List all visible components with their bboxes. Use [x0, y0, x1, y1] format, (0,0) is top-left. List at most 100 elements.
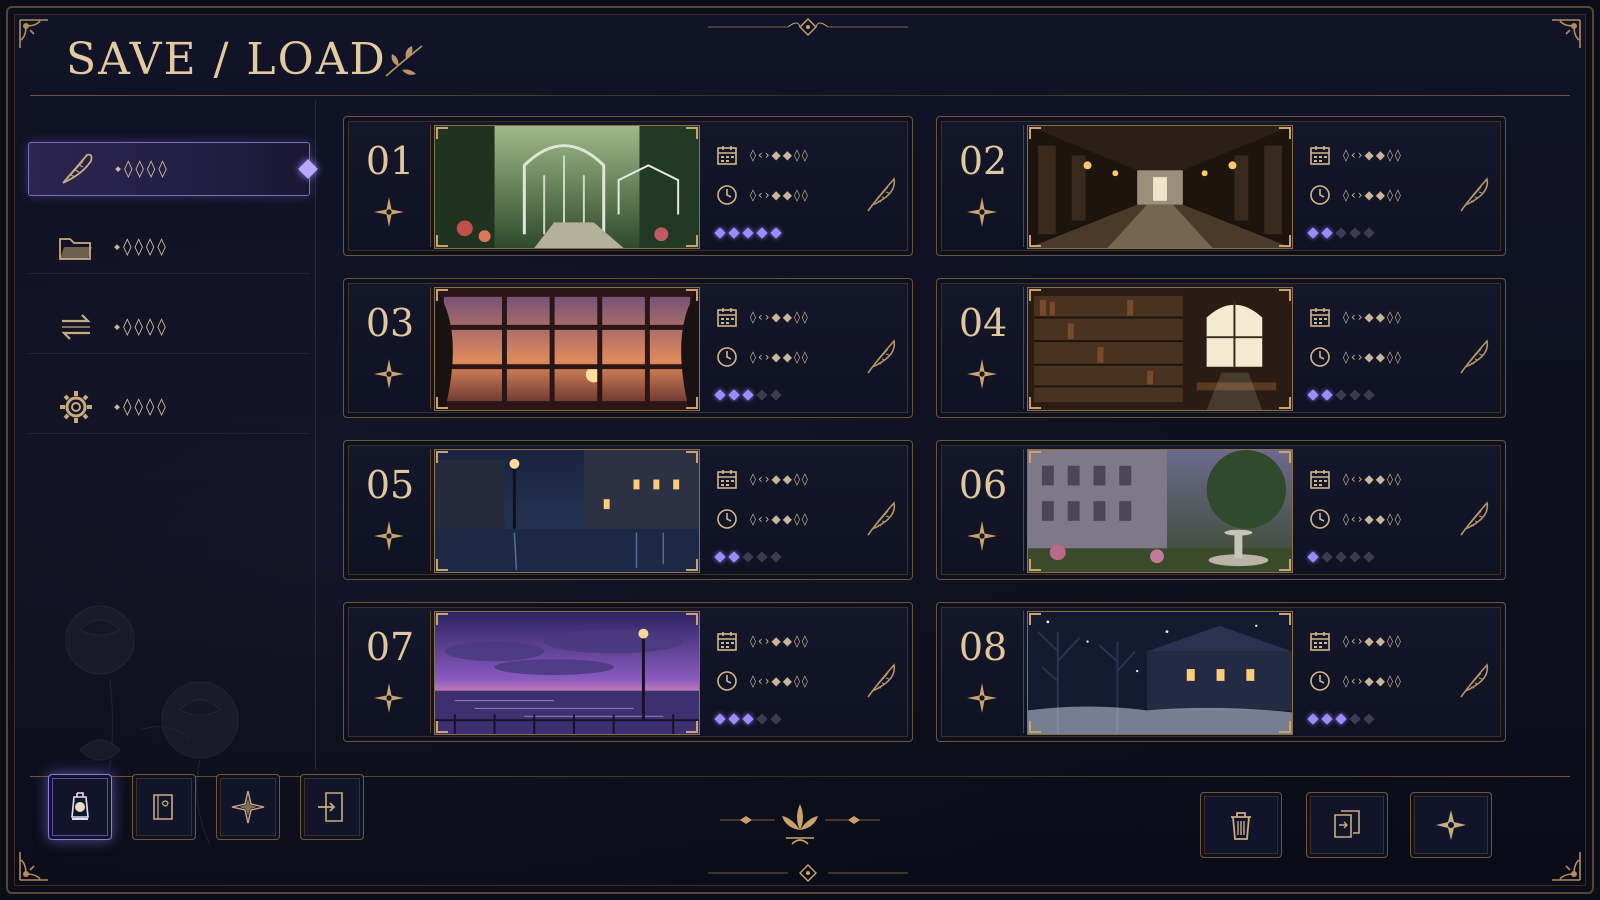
slot-thumbnail	[1027, 287, 1293, 411]
sidebar-item-load[interactable]: ⬩◊◊◊◊	[28, 220, 310, 274]
thumb-corner	[436, 721, 448, 733]
scene-rainy-street-image	[435, 450, 699, 572]
thumb-corner	[436, 451, 448, 463]
slot-thumbnail	[1027, 449, 1293, 573]
thumb-corner	[1029, 613, 1041, 625]
slot-divider	[430, 611, 431, 733]
quill-icon[interactable]	[864, 499, 898, 537]
sparkle-button[interactable]	[1410, 792, 1492, 858]
thumb-corner	[1279, 127, 1291, 139]
progress-gem-icon	[770, 227, 782, 239]
slot-progress-gems	[1307, 713, 1375, 725]
fleur-de-lis-icon	[720, 804, 880, 845]
save-slot[interactable]: 05 ◊‹›◆◆◊◊ ◊‹›◆◆◊◊	[343, 440, 913, 580]
thumb-corner	[686, 289, 698, 301]
thumb-corner	[1279, 613, 1291, 625]
thumb-corner	[1279, 289, 1291, 301]
slot-thumbnail	[1027, 125, 1293, 249]
clock-icon	[716, 508, 738, 530]
scene-twilight-lake-image	[435, 612, 699, 734]
calendar-icon	[1309, 144, 1331, 166]
quill-icon[interactable]	[864, 175, 898, 213]
sidebar-item-save[interactable]: ⬩◊◊◊◊	[28, 142, 318, 196]
save-slot[interactable]: 01 ◊‹›◆◆◊◊ ◊‹›◆◆◊◊	[343, 116, 913, 256]
thumb-corner	[436, 289, 448, 301]
progress-gem-icon	[1321, 389, 1333, 401]
save-slot[interactable]: 04 ◊‹›◆◆◊◊ ◊‹›◆◆◊◊	[936, 278, 1506, 418]
quill-icon[interactable]	[1457, 661, 1491, 699]
slot-divider	[1023, 125, 1024, 247]
thumb-corner	[1029, 289, 1041, 301]
scene-snowy-night-image	[1028, 612, 1292, 734]
thumb-corner	[686, 451, 698, 463]
save-slot[interactable]: 08 ◊‹›◆◆◊◊ ◊‹›◆◆◊◊	[936, 602, 1506, 742]
slot-date: ◊‹›◆◆◊◊	[750, 634, 810, 648]
slot-time-row: ◊‹›◆◆◊◊	[1309, 183, 1403, 207]
progress-gem-icon	[1363, 551, 1375, 563]
slot-divider	[1023, 449, 1024, 571]
scene-corridor-image	[1028, 126, 1292, 248]
exit-button[interactable]	[300, 774, 364, 840]
sidebar-item-settings[interactable]: ⬩◊◊◊◊	[28, 380, 310, 434]
page-title: SAVE / LOAD	[66, 34, 387, 85]
quill-icon	[57, 151, 97, 187]
slot-date: ◊‹›◆◆◊◊	[1343, 472, 1403, 486]
book-icon	[153, 794, 173, 820]
slot-date-row: ◊‹›◆◆◊◊	[1309, 629, 1403, 653]
star-ornament-icon	[965, 357, 999, 391]
compass-star-icon	[231, 790, 265, 824]
quill-icon[interactable]	[864, 337, 898, 375]
star-ornament-icon	[372, 681, 406, 715]
progress-gem-icon	[1363, 713, 1375, 725]
thumb-corner	[436, 235, 448, 247]
quill-icon[interactable]	[1457, 499, 1491, 537]
quill-icon[interactable]	[1457, 175, 1491, 213]
progress-gem-icon	[742, 551, 754, 563]
scene-sunset-window-image	[435, 288, 699, 410]
slot-date-row: ◊‹›◆◆◊◊	[716, 467, 810, 491]
save-slot[interactable]: 02 ◊‹›◆◆◊◊ ◊‹›◆◆◊◊	[936, 116, 1506, 256]
copy-icon	[1334, 810, 1360, 838]
calendar-icon	[716, 630, 738, 652]
scene-library-image	[1028, 288, 1292, 410]
slot-time: ◊‹›◆◆◊◊	[1343, 512, 1403, 526]
slot-number: 01	[365, 139, 415, 183]
progress-gem-icon	[742, 713, 754, 725]
compass-star-button[interactable]	[216, 774, 280, 840]
sidebar-item-transfer[interactable]: ⬩◊◊◊◊	[28, 300, 310, 354]
star-ornament-icon	[372, 195, 406, 229]
star-ornament-icon	[965, 519, 999, 553]
copy-button[interactable]	[1306, 792, 1388, 858]
progress-gem-icon	[756, 713, 768, 725]
progress-gem-icon	[1321, 713, 1333, 725]
progress-gem-icon	[1363, 389, 1375, 401]
slot-number: 07	[365, 625, 415, 669]
thumb-corner	[436, 613, 448, 625]
progress-gem-icon	[770, 389, 782, 401]
save-slot[interactable]: 07 ◊‹›◆◆◊◊ ◊‹›◆◆◊◊	[343, 602, 913, 742]
clock-icon	[716, 346, 738, 368]
delete-button[interactable]	[1200, 792, 1282, 858]
quill-icon[interactable]	[1457, 337, 1491, 375]
thumb-corner	[1279, 451, 1291, 463]
lantern-button[interactable]	[48, 774, 112, 840]
calendar-icon	[1309, 630, 1331, 652]
progress-gem-icon	[1349, 551, 1361, 563]
progress-gem-icon	[728, 389, 740, 401]
slot-progress-gems	[1307, 389, 1375, 401]
progress-gem-icon	[770, 551, 782, 563]
progress-gem-icon	[1335, 227, 1347, 239]
slot-time: ◊‹›◆◆◊◊	[750, 674, 810, 688]
slot-time: ◊‹›◆◆◊◊	[1343, 188, 1403, 202]
save-slot[interactable]: 06 ◊‹›◆◆◊◊ ◊‹›◆◆◊◊	[936, 440, 1506, 580]
quill-icon[interactable]	[864, 661, 898, 699]
progress-gem-icon	[1363, 227, 1375, 239]
thumb-corner	[1279, 397, 1291, 409]
progress-gem-icon	[1335, 551, 1347, 563]
book-button[interactable]	[132, 774, 196, 840]
thumb-corner	[1029, 235, 1041, 247]
slot-date-row: ◊‹›◆◆◊◊	[716, 629, 810, 653]
calendar-icon	[1309, 306, 1331, 328]
thumb-corner	[686, 235, 698, 247]
save-slot[interactable]: 03 ◊‹›◆◆◊◊ ◊‹›◆◆◊◊	[343, 278, 913, 418]
